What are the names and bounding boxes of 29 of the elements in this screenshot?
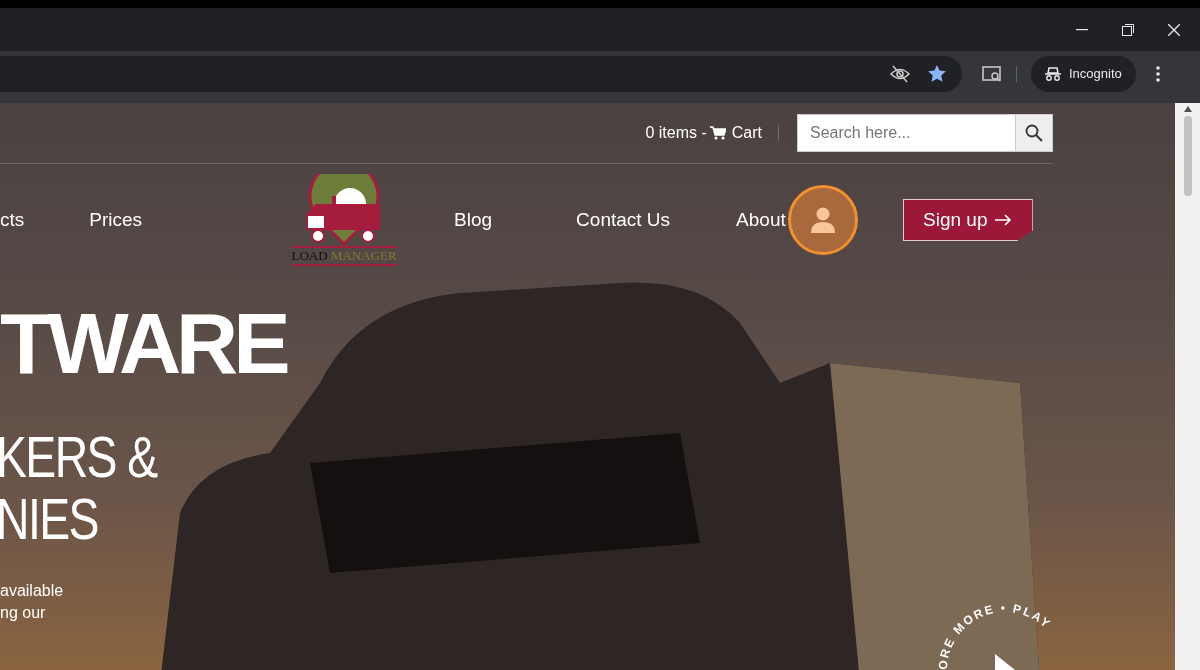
- search-icon: [1025, 124, 1043, 142]
- nav-link[interactable]: About: [736, 205, 786, 235]
- scroll-up-arrow-icon[interactable]: [1183, 106, 1192, 112]
- cart-icon: [709, 126, 726, 140]
- hero-text: ng our: [0, 603, 46, 623]
- hero-subheadline: NIES: [0, 488, 98, 550]
- more-menu-icon[interactable]: [1155, 65, 1160, 82]
- nav-link[interactable]: Prices: [89, 205, 143, 235]
- close-icon[interactable]: [1168, 23, 1180, 36]
- cart-link[interactable]: 0 items - Cart: [645, 121, 762, 145]
- hero-text: available: [0, 581, 64, 601]
- star-icon[interactable]: [928, 65, 946, 82]
- nav-link[interactable]: Blog: [454, 205, 493, 235]
- signup-button[interactable]: Sign up: [902, 199, 1033, 241]
- user-icon: [810, 207, 835, 233]
- search-field[interactable]: Search here...: [797, 114, 1015, 152]
- search-button[interactable]: [1015, 114, 1053, 152]
- incognito-button[interactable]: Incognito: [1031, 55, 1136, 92]
- incognito-icon: [1045, 66, 1061, 81]
- tab-search-icon[interactable]: [982, 65, 1002, 82]
- minimize-icon[interactable]: [1076, 28, 1088, 31]
- nav-link[interactable]: cts: [0, 205, 25, 235]
- restore-icon[interactable]: [1122, 23, 1134, 36]
- nav-link[interactable]: Contact Us: [576, 205, 671, 235]
- hero-subheadline: KERS &: [0, 426, 157, 488]
- hero-headline: TWARE: [0, 300, 286, 386]
- eye-slash-icon[interactable]: [890, 64, 910, 83]
- arrow-right-icon: [995, 214, 1013, 226]
- scrollbar-thumb[interactable]: [1183, 116, 1192, 196]
